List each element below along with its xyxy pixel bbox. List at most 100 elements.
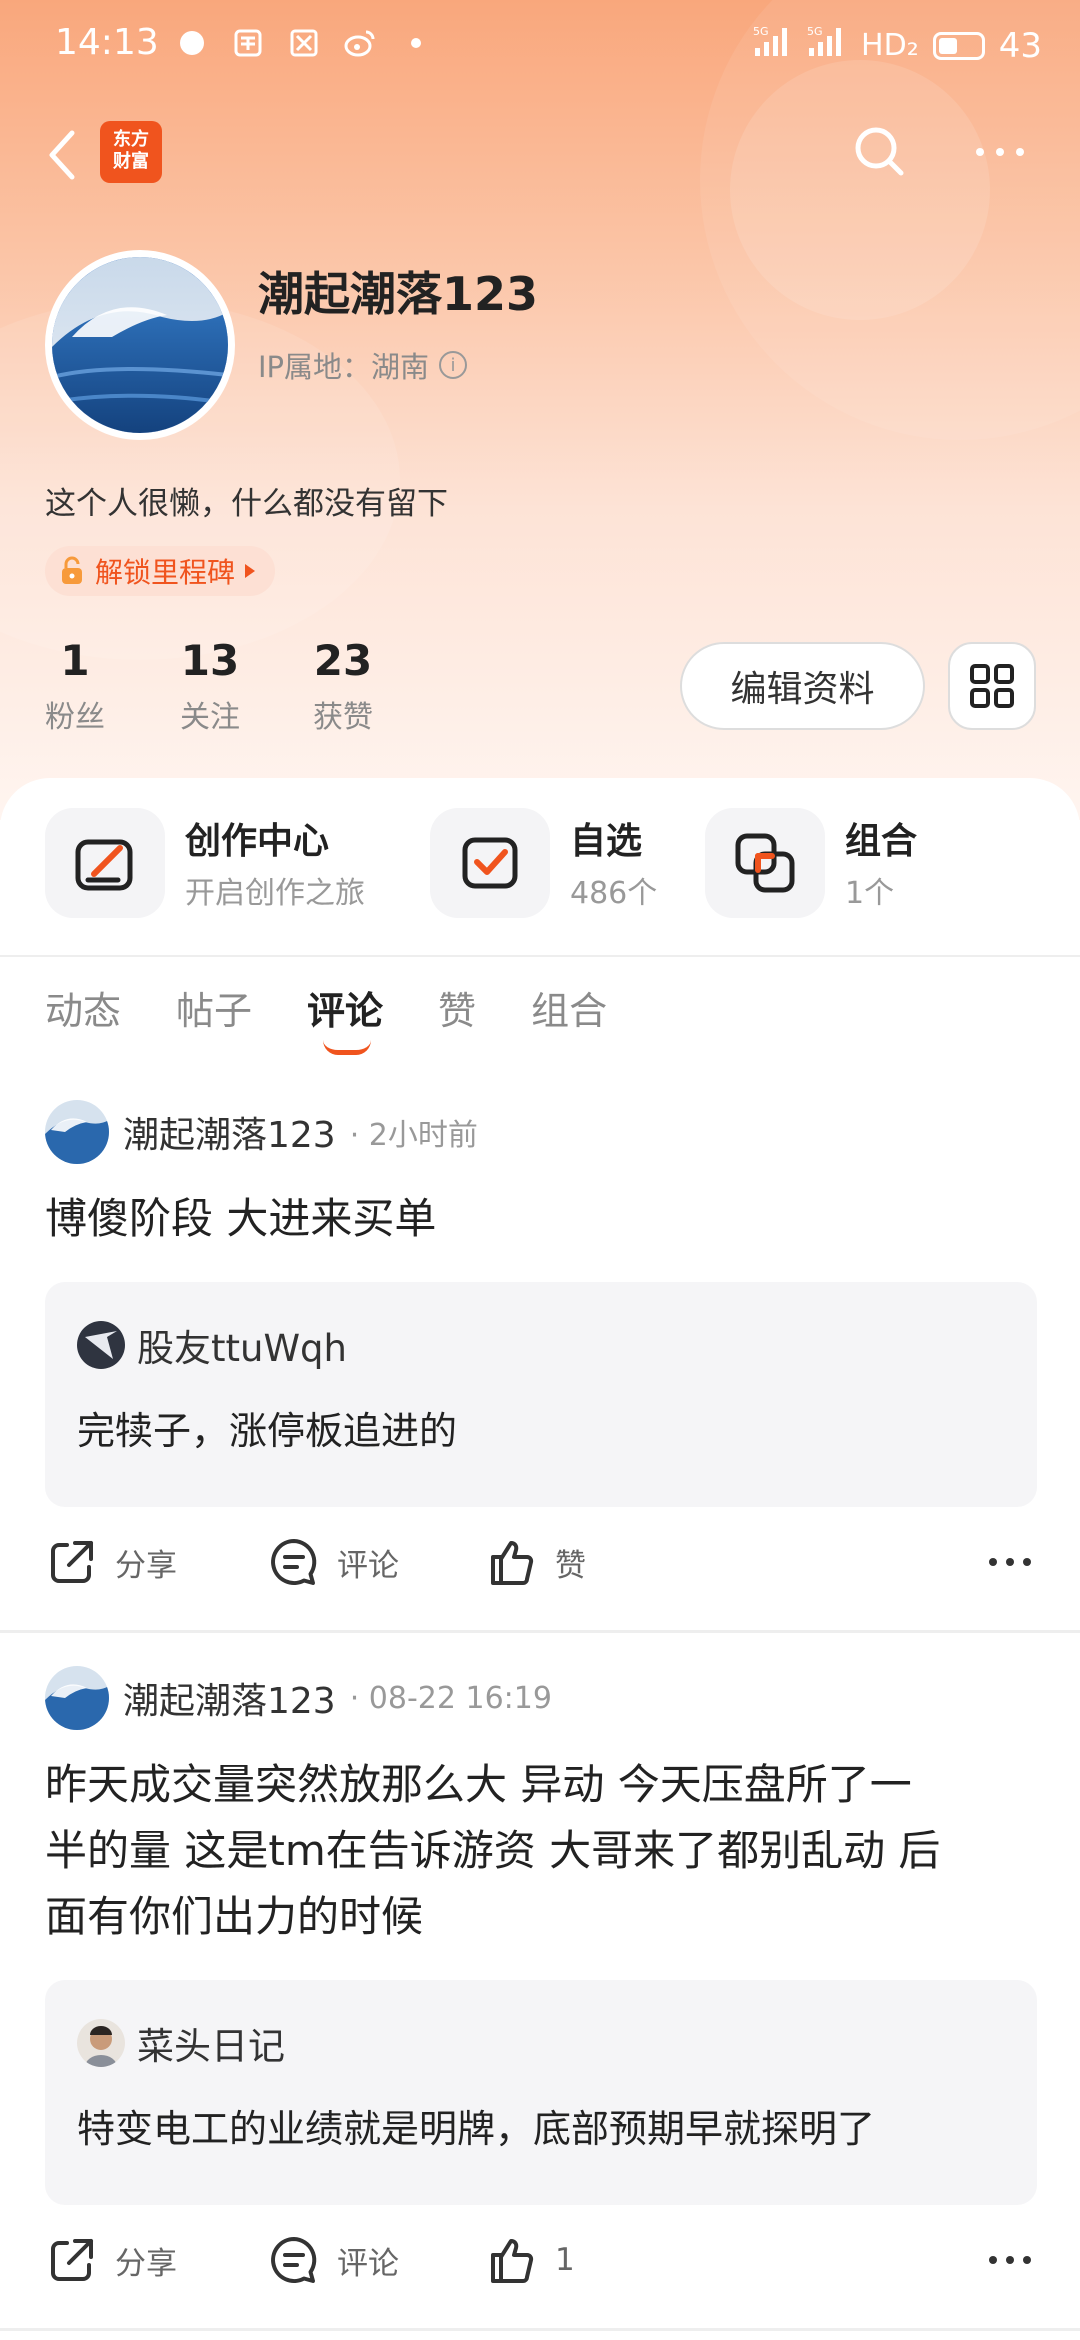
ocean-wave-image — [52, 257, 228, 433]
share-button[interactable]: 分享 — [45, 1535, 177, 1589]
svg-text:5G: 5G — [807, 25, 823, 38]
overlap-squares-icon — [735, 833, 795, 893]
post-body[interactable]: 博傻阶段 大进来买单 — [45, 1186, 1035, 1252]
signal-icon: 5G — [753, 24, 793, 67]
stat-likes[interactable]: 23 获赞 — [308, 636, 378, 736]
dot-icon — [399, 26, 433, 60]
battery-level: 43 — [998, 25, 1042, 66]
profile-username: 潮起潮落123 — [258, 267, 539, 321]
divider — [0, 1630, 1080, 1633]
author-avatar[interactable] — [45, 1100, 109, 1164]
card-title: 创作中心 — [185, 821, 330, 862]
comment-button[interactable]: 评论 — [267, 1535, 399, 1589]
bird-avatar-image — [77, 1321, 125, 1369]
more-options-button[interactable] — [970, 130, 1030, 174]
stat-fans[interactable]: 1 粉丝 — [45, 636, 105, 736]
qr-code-button[interactable] — [948, 642, 1036, 730]
comment-icon — [271, 2237, 317, 2283]
milestone-text: 解锁里程碑 — [95, 556, 236, 589]
tab-posts[interactable]: 帖子 — [176, 980, 252, 1035]
comment-button[interactable]: 评论 — [267, 2233, 399, 2287]
share-icon — [51, 1541, 93, 1583]
ip-location-text: IP属地：湖南 — [258, 350, 430, 384]
triangle-right-icon — [245, 564, 256, 578]
tab-comments[interactable]: 评论 — [307, 980, 383, 1055]
comment-label: 评论 — [337, 1547, 399, 1584]
ocean-wave-image — [45, 1100, 109, 1164]
post-actions: 分享 评论 赞 — [45, 1535, 1035, 1605]
milestone-badge[interactable]: 解锁里程碑 — [45, 546, 276, 596]
card-subtitle: 1个 — [845, 876, 895, 911]
more-horizontal-icon — [976, 148, 1024, 156]
svg-text:5G: 5G — [753, 25, 769, 38]
quote-author: 菜头日记 — [137, 2025, 285, 2068]
tab-activity[interactable]: 动态 — [45, 980, 121, 1035]
tab-portfolio[interactable]: 组合 — [531, 980, 607, 1035]
ip-location: IP属地：湖南 i — [258, 344, 468, 386]
signal-icon-2: 5G — [807, 24, 847, 67]
logo-text: 财富 — [113, 151, 149, 172]
profile-bio: 这个人很懒，什么都没有留下 — [45, 486, 448, 522]
chat-bubble-icon — [175, 26, 209, 60]
status-right: 5G 5G HD₂ 43 — [753, 24, 1042, 67]
watchlist-icon-box — [430, 808, 550, 918]
quote-text: 特变电工的业绩就是明牌，底部预期早就探明了 — [77, 2107, 876, 2151]
profile-avatar[interactable] — [45, 250, 235, 440]
card-title: 自选 — [570, 821, 643, 862]
post-author[interactable]: 潮起潮落123 — [123, 1672, 336, 1724]
divider — [0, 2328, 1080, 2331]
post-header: 潮起潮落123 · 2小时前 — [45, 1100, 478, 1164]
card-subtitle: 486个 — [570, 876, 658, 911]
portfolio-icon-box — [705, 808, 825, 918]
post-body-line: 面有你们出力的时候 — [45, 1892, 424, 1941]
pen-paper-icon — [75, 839, 133, 891]
card-title: 组合 — [845, 821, 918, 862]
quote-avatar — [77, 2019, 125, 2067]
post-author[interactable]: 潮起潮落123 — [123, 1106, 336, 1158]
stat-number: 23 — [313, 636, 373, 685]
post-body-line: 半的量 这是tm在告诉游资 大哥来了都别乱动 后 — [45, 1826, 941, 1875]
like-button[interactable]: 1 — [485, 2233, 575, 2287]
like-button[interactable]: 赞 — [485, 1535, 586, 1589]
ocean-wave-image — [45, 1666, 109, 1730]
tab-likes[interactable]: 赞 — [438, 980, 476, 1035]
like-label: 赞 — [555, 1547, 586, 1584]
app-logo[interactable]: 东方 财富 — [100, 121, 162, 183]
edit-profile-button[interactable]: 编辑资料 — [680, 642, 925, 730]
thumbs-up-icon — [491, 1541, 534, 1585]
lock-icon — [62, 556, 82, 584]
post-header: 潮起潮落123 · 08-22 16:19 — [45, 1666, 552, 1730]
stat-label: 关注 — [180, 700, 240, 735]
app-icon — [287, 26, 321, 60]
back-button[interactable] — [40, 125, 84, 185]
share-button[interactable]: 分享 — [45, 2233, 177, 2287]
stat-label: 获赞 — [313, 700, 373, 735]
quoted-comment[interactable]: 菜头日记 特变电工的业绩就是明牌，底部预期早就探明了 — [45, 1980, 1037, 2205]
search-button[interactable] — [850, 122, 910, 182]
author-avatar[interactable] — [45, 1666, 109, 1730]
post-time: · 2小时前 — [349, 1118, 478, 1153]
creator-center-card[interactable]: 创作中心 开启创作之旅 — [45, 808, 405, 918]
post-body[interactable]: 昨天成交量突然放那么大 异动 今天压盘所了一 半的量 这是tm在告诉游资 大哥来… — [45, 1752, 1035, 1950]
quote-text: 完犊子，涨停板追进的 — [77, 1409, 458, 1453]
taobao-icon — [231, 26, 265, 60]
share-icon — [51, 2239, 93, 2281]
notification-icons — [175, 26, 433, 60]
stat-number: 13 — [180, 636, 240, 685]
portfolio-card[interactable]: 组合 1个 — [705, 808, 945, 918]
share-label: 分享 — [115, 2245, 177, 2282]
watchlist-card[interactable]: 自选 486个 — [430, 808, 670, 918]
quoted-comment[interactable]: 股友ttuWqh 完犊子，涨停板追进的 — [45, 1282, 1037, 1507]
post-more-button[interactable] — [985, 1547, 1035, 1577]
post-body-line: 昨天成交量突然放那么大 异动 今天压盘所了一 — [45, 1760, 912, 1809]
weibo-icon — [343, 26, 377, 60]
post-more-button[interactable] — [985, 2245, 1035, 2275]
stat-label: 粉丝 — [45, 700, 105, 735]
person-avatar-image — [77, 2019, 125, 2067]
divider — [0, 955, 1080, 957]
stat-following[interactable]: 13 关注 — [175, 636, 245, 736]
logo-text: 东方 — [113, 129, 149, 150]
decor-circle — [730, 60, 990, 320]
stat-number: 1 — [60, 636, 90, 685]
info-icon[interactable]: i — [439, 351, 468, 379]
